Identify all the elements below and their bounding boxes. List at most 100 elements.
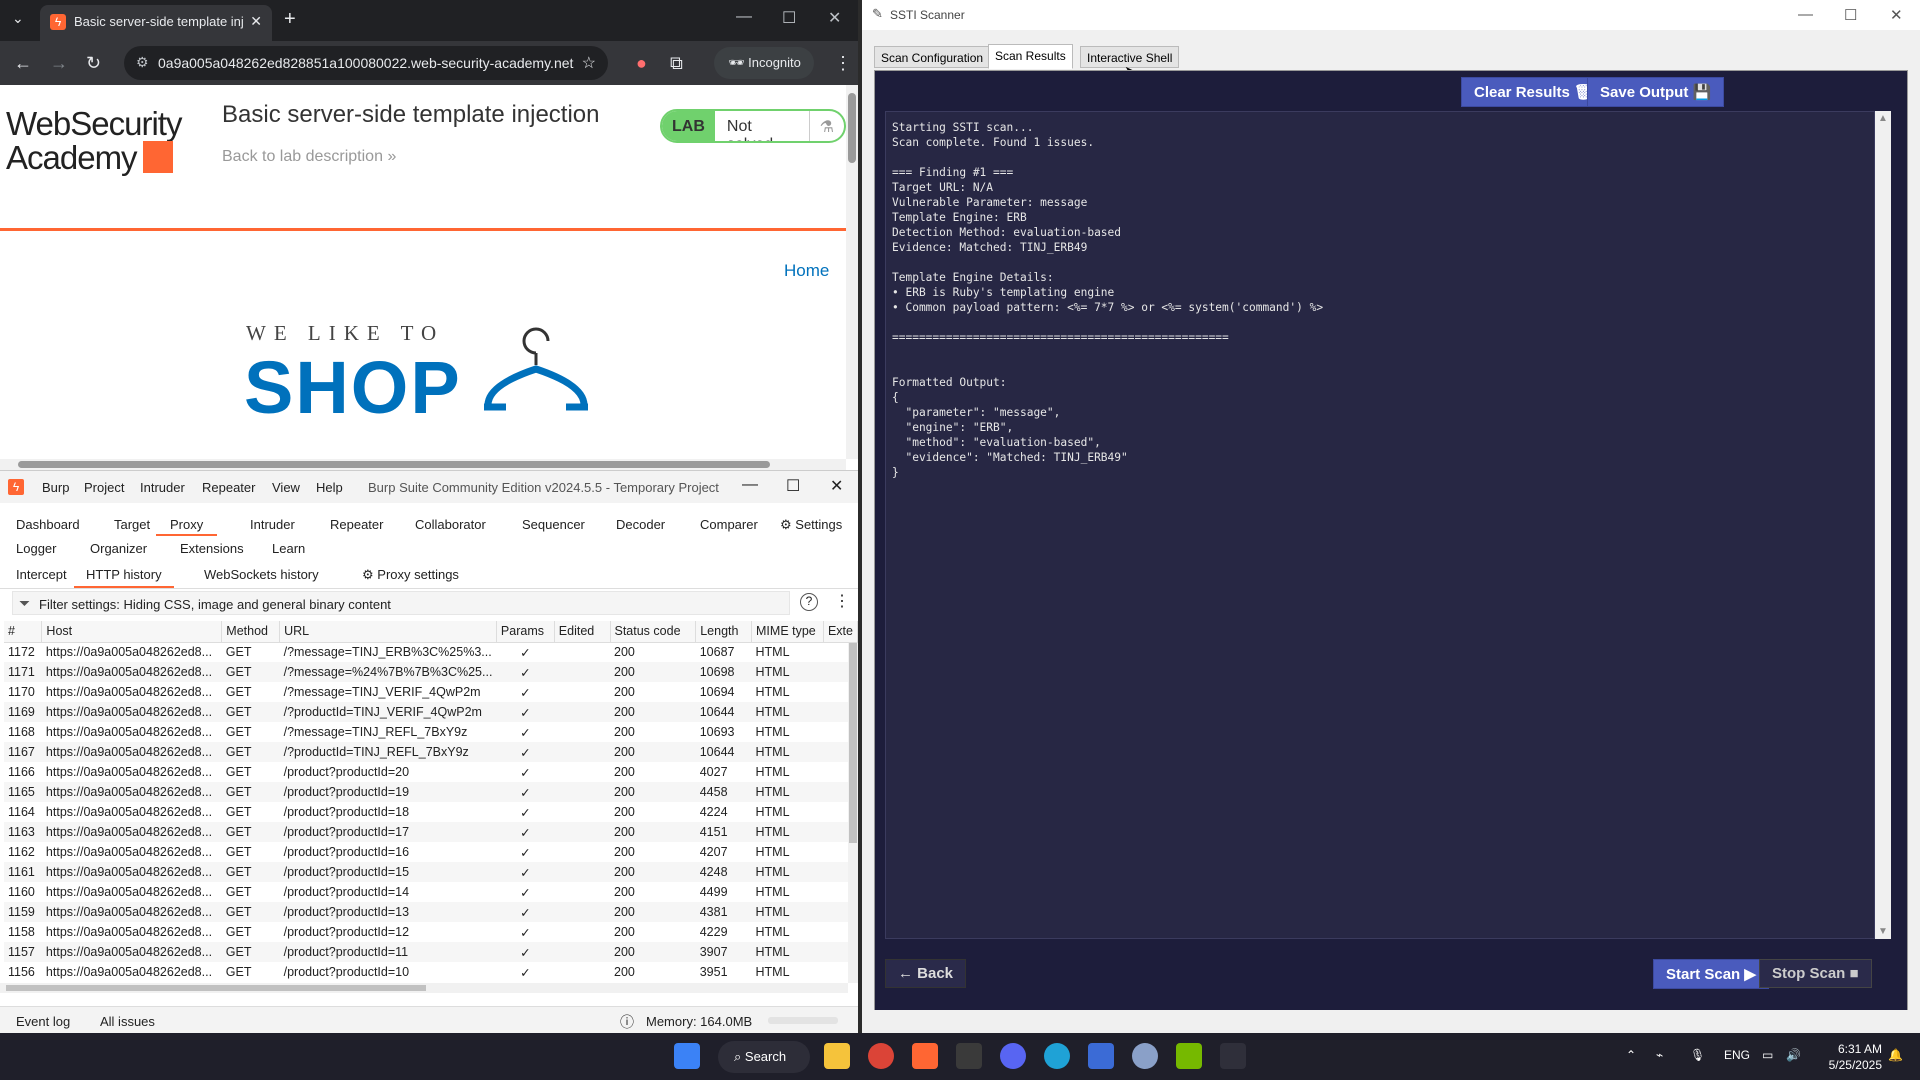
table-row[interactable]: 1164 https://0a9a005a048262ed8... GET/prod… xyxy=(4,802,858,822)
tab-extensions[interactable]: Extensions xyxy=(180,541,244,556)
tab-repeater[interactable]: Repeater xyxy=(330,517,383,532)
tab-learn[interactable]: Learn xyxy=(272,541,305,556)
table-row[interactable]: 1156 https://0a9a005a048262ed8... GET/prod… xyxy=(4,962,858,982)
table-row[interactable]: 1158 https://0a9a005a048262ed8... GET/prod… xyxy=(4,922,858,942)
table-row[interactable]: 1169 https://0a9a005a048262ed8... GET/?pro… xyxy=(4,702,858,722)
table-row[interactable]: 1172 https://0a9a005a048262ed8... GET /?mes… xyxy=(4,642,858,662)
incognito-badge[interactable]: 🕶 Incognito xyxy=(714,47,814,79)
window-horizontal-scrollbar[interactable] xyxy=(862,1010,1908,1022)
volume-icon[interactable]: 🔊 xyxy=(1786,1048,1801,1062)
filter-settings-bar[interactable]: ⏷ Filter settings: Hiding CSS, image and… xyxy=(12,591,790,615)
chevron-up-icon[interactable]: ⌃ xyxy=(1626,1048,1636,1062)
tab-scan-configuration[interactable]: Scan Configuration xyxy=(874,46,991,68)
tab-search-icon[interactable]: ⌄ xyxy=(12,10,24,27)
chrome-icon[interactable] xyxy=(868,1043,894,1069)
extensions-puzzle-icon[interactable]: ⧉ xyxy=(670,53,683,74)
maximize-icon[interactable]: ☐ xyxy=(786,476,800,496)
clock[interactable]: 6:31 AM 5/25/2025 xyxy=(1812,1041,1882,1073)
feather-app-icon[interactable] xyxy=(1220,1043,1246,1069)
forward-arrow-icon[interactable]: → xyxy=(50,53,68,74)
scroll-thumb[interactable] xyxy=(848,93,856,163)
close-tab-icon[interactable]: ✕ xyxy=(250,13,262,30)
column-header[interactable]: Exte xyxy=(823,621,858,643)
address-bar[interactable]: ⚙ 0a9a005a048262ed828851a100080022.web-s… xyxy=(124,46,608,80)
column-header[interactable]: Host xyxy=(41,621,223,643)
new-tab-icon[interactable]: + xyxy=(284,8,296,31)
table-row[interactable]: 1160 https://0a9a005a048262ed8... GET/prod… xyxy=(4,882,858,902)
network-icon[interactable]: ⌁ xyxy=(1656,1048,1663,1062)
more-options-icon[interactable]: ⋮ xyxy=(834,591,850,611)
table-vertical-scrollbar[interactable] xyxy=(848,643,858,983)
table-row[interactable]: 1157 https://0a9a005a048262ed8... GET/prod… xyxy=(4,942,858,962)
notification-icon[interactable]: 🔔 xyxy=(1888,1048,1903,1062)
tab-settings[interactable]: ⚙ Settings xyxy=(780,517,842,533)
tab-organizer[interactable]: Organizer xyxy=(90,541,147,556)
column-header[interactable]: URL xyxy=(279,621,497,643)
column-header[interactable]: Edited xyxy=(554,621,611,643)
all-issues-link[interactable]: All issues xyxy=(100,1014,155,1029)
menu-burp[interactable]: Burp xyxy=(42,480,69,495)
table-row[interactable]: 1170 https://0a9a005a048262ed8... GET /?mes… xyxy=(4,682,858,702)
table-row[interactable]: 1159 https://0a9a005a048262ed8... GET/prod… xyxy=(4,902,858,922)
minimize-icon[interactable]: — xyxy=(1798,6,1813,23)
subtab-proxy-settings[interactable]: ⚙ Proxy settings xyxy=(362,567,459,583)
close-window-icon[interactable]: ✕ xyxy=(828,8,841,28)
reload-icon[interactable]: ↻ xyxy=(86,53,101,74)
tab-target[interactable]: Target xyxy=(114,517,150,532)
table-horizontal-scrollbar[interactable] xyxy=(0,983,848,993)
browser-tab[interactable]: ϟ Basic server-side template inje ✕ xyxy=(40,5,272,41)
back-button[interactable]: ← Back xyxy=(885,959,967,988)
scroll-down-arrow-icon[interactable]: ▼ xyxy=(1878,926,1888,937)
back-to-lab-link[interactable]: Back to lab description » xyxy=(222,148,396,166)
extension-icon[interactable]: ● xyxy=(636,53,647,74)
language-indicator[interactable]: ENG xyxy=(1724,1048,1750,1062)
scroll-thumb[interactable] xyxy=(849,643,857,843)
chrome-menu-icon[interactable]: ⋮ xyxy=(834,53,852,74)
display-icon[interactable]: ▭ xyxy=(1762,1048,1773,1062)
tab-intruder[interactable]: Intruder xyxy=(250,517,295,532)
microsoft-store-icon[interactable] xyxy=(1088,1043,1114,1069)
table-row[interactable]: 1167 https://0a9a005a048262ed8... GET/?pro… xyxy=(4,742,858,762)
menu-project[interactable]: Project xyxy=(84,480,124,495)
column-header[interactable]: Length xyxy=(695,621,753,643)
subtab-intercept[interactable]: Intercept xyxy=(16,567,67,582)
maximize-icon[interactable]: ☐ xyxy=(782,8,796,28)
menu-intruder[interactable]: Intruder xyxy=(140,480,185,495)
nvidia-icon[interactable] xyxy=(1176,1043,1202,1069)
maximize-icon[interactable]: ☐ xyxy=(1844,6,1857,24)
edge-icon[interactable] xyxy=(1044,1043,1070,1069)
table-row[interactable]: 1163 https://0a9a005a048262ed8... GET/prod… xyxy=(4,822,858,842)
event-log-link[interactable]: Event log xyxy=(16,1014,70,1029)
menu-view[interactable]: View xyxy=(272,480,300,495)
tab-decoder[interactable]: Decoder xyxy=(616,517,665,532)
scan-output-area[interactable]: Starting SSTI scan... Scan complete. Fou… xyxy=(885,111,1875,939)
burp-suite-icon[interactable] xyxy=(912,1043,938,1069)
tab-comparer[interactable]: Comparer xyxy=(700,517,758,532)
stop-scan-button[interactable]: Stop Scan ■ xyxy=(1759,959,1872,988)
subtab-websockets-history[interactable]: WebSockets history xyxy=(204,567,319,582)
home-link[interactable]: Home xyxy=(784,261,829,281)
column-header[interactable]: MIME type xyxy=(751,621,824,643)
menu-help[interactable]: Help xyxy=(316,480,343,495)
tab-logger[interactable]: Logger xyxy=(16,541,56,556)
page-vertical-scrollbar[interactable] xyxy=(846,85,858,459)
windows-start-icon[interactable] xyxy=(674,1043,700,1069)
column-header[interactable]: # xyxy=(4,621,43,643)
scroll-thumb[interactable] xyxy=(18,461,770,468)
file-explorer-icon[interactable] xyxy=(824,1043,850,1069)
terminal-icon[interactable] xyxy=(956,1043,982,1069)
minimize-icon[interactable]: — xyxy=(742,476,758,494)
table-row[interactable]: 1166 https://0a9a005a048262ed8... GET/prod… xyxy=(4,762,858,782)
table-row[interactable]: 1165 https://0a9a005a048262ed8... GET/prod… xyxy=(4,782,858,802)
tab-collaborator[interactable]: Collaborator xyxy=(415,517,486,532)
web-security-academy-logo[interactable]: WebSecurity Academy xyxy=(6,107,182,175)
table-row[interactable]: 1161 https://0a9a005a048262ed8... GET/prod… xyxy=(4,862,858,882)
site-info-icon[interactable]: ⚙ xyxy=(136,54,149,71)
page-horizontal-scrollbar[interactable] xyxy=(0,459,846,470)
clear-results-button[interactable]: Clear Results 🗑 xyxy=(1461,77,1607,107)
tab-proxy[interactable]: Proxy xyxy=(156,517,218,536)
scroll-thumb[interactable] xyxy=(6,985,426,991)
bookmark-star-icon[interactable]: ☆ xyxy=(582,53,596,73)
column-header[interactable]: Status code xyxy=(610,621,697,643)
scroll-up-arrow-icon[interactable]: ▲ xyxy=(1878,113,1888,124)
